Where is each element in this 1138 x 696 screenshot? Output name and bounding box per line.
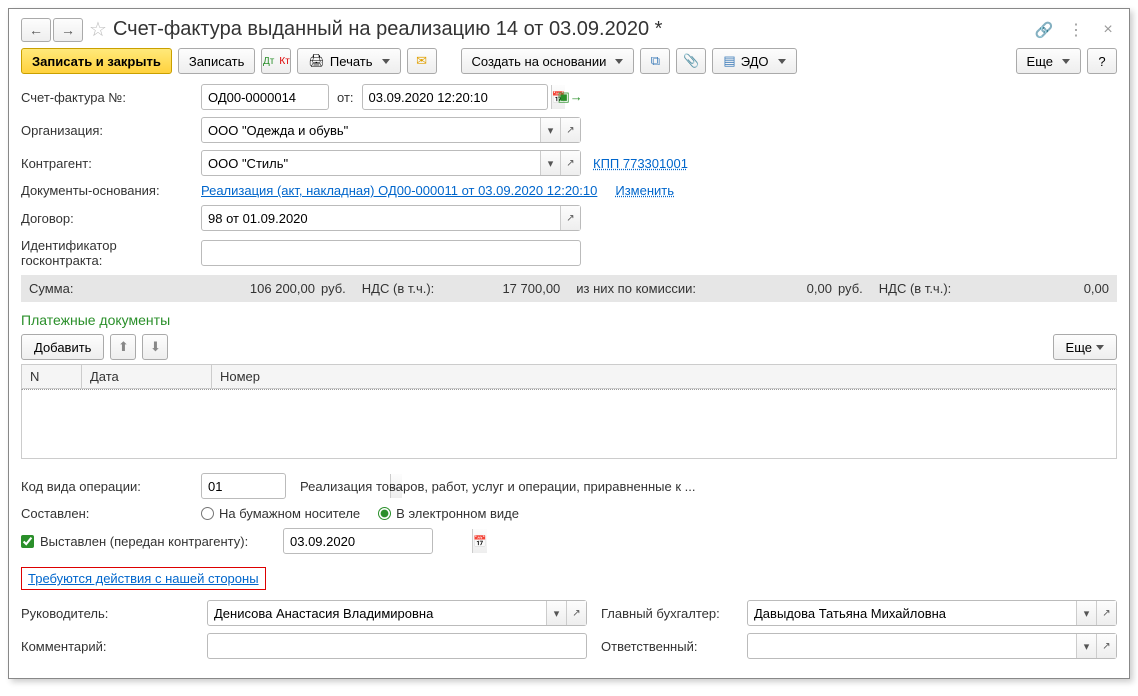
responsible-dropdown-button[interactable]: ▾ [1076,634,1096,658]
issued-label: Выставлен (передан контрагенту): [40,534,248,549]
kebab-menu-icon[interactable]: ⋮ [1067,21,1085,39]
attach-button[interactable]: 📎 [676,48,706,74]
payments-section-title: Платежные документы [21,312,1117,328]
opcode-label: Код вида операции: [21,479,201,494]
accountant-dropdown-button[interactable]: ▾ [1076,601,1096,625]
org-input[interactable] [202,118,540,142]
payments-grid-body[interactable] [21,389,1117,459]
dtkt-button[interactable]: ДтКт [261,48,291,74]
counterparty-input[interactable] [202,151,540,175]
basis-doc-link[interactable]: Реализация (акт, накладная) ОД00-000011 … [201,183,597,198]
accountant-open-button[interactable]: ↗ [1096,601,1116,625]
govid-input[interactable] [202,241,580,265]
electronic-radio-item[interactable]: В электронном виде [378,506,519,521]
org-dropdown-button[interactable]: ▾ [540,118,560,142]
paper-radio[interactable] [201,507,214,520]
org-label: Организация: [21,123,201,138]
col-n-header[interactable]: N [22,365,82,389]
vat2-label: НДС (в т.ч.): [879,281,952,296]
structure-icon: ⧉ [651,53,660,69]
commission-label: из них по комиссии: [576,281,696,296]
help-button[interactable]: ? [1087,48,1117,74]
move-down-button[interactable]: ⬇ [142,334,168,360]
change-link[interactable]: Изменить [615,183,674,198]
action-required-link[interactable]: Требуются действия с нашей стороны [28,571,259,586]
more-grid-button[interactable]: Еще [1053,334,1117,360]
issued-date-input[interactable] [284,529,472,553]
counterparty-label: Контрагент: [21,156,201,171]
director-open-button[interactable]: ↗ [566,601,586,625]
contract-label: Договор: [21,211,201,226]
electronic-radio-label: В электронном виде [396,506,519,521]
electronic-radio[interactable] [378,507,391,520]
summary-bar: Сумма: 106 200,00 руб. НДС (в т.ч.): 17 … [21,275,1117,302]
payments-grid: N Дата Номер [21,364,1117,389]
issued-checkbox[interactable] [21,535,34,548]
create-based-button[interactable]: Создать на основании [461,48,635,74]
col-date-header[interactable]: Дата [82,365,212,389]
counterparty-dropdown-button[interactable]: ▾ [540,151,560,175]
paper-radio-label: На бумажном носителе [219,506,360,521]
flag-icon[interactable]: ▣→ [558,89,583,105]
save-button[interactable]: Записать [178,48,256,74]
org-open-button[interactable]: ↗ [560,118,580,142]
structure-button[interactable]: ⧉ [640,48,670,74]
vat-label: НДС (в т.ч.): [362,281,435,296]
move-up-button[interactable]: ⬆ [110,334,136,360]
commission-value: 0,00 [702,281,832,296]
issued-checkbox-label[interactable]: Выставлен (передан контрагенту): [21,534,283,549]
from-label: от: [337,90,354,105]
print-button[interactable]: 🖨 Печать [297,48,400,74]
nav-back-button[interactable]: ← [21,18,51,42]
contract-open-button[interactable]: ↗ [560,206,580,230]
comment-label: Комментарий: [21,639,201,654]
datetime-input[interactable] [363,85,551,109]
edo-button[interactable]: ▤ ЭДО [712,48,796,74]
responsible-label: Ответственный: [601,639,741,654]
printer-icon: 🖨 [308,53,325,69]
rub-label-2: руб. [838,281,863,296]
rub-label: руб. [321,281,346,296]
save-close-button[interactable]: Записать и закрыть [21,48,172,74]
govid-label: Идентификатор госконтракта: [21,238,201,268]
sum-label: Сумма: [29,281,109,296]
composed-label: Составлен: [21,506,201,521]
arrow-down-icon: ⬇ [150,339,161,355]
clip-icon: 📎 [683,53,699,69]
mail-button[interactable]: ✉ [407,48,437,74]
vat2-value: 0,00 [957,281,1109,296]
director-input[interactable] [208,601,546,625]
page-title: Счет-фактура выданный на реализацию 14 о… [113,18,1035,41]
more-button[interactable]: Еще [1016,48,1081,74]
dtkt-icon: Дт [263,56,274,67]
basis-label: Документы-основания: [21,183,201,198]
contract-input[interactable] [202,206,560,230]
director-label: Руководитель: [21,606,201,621]
sum-value: 106 200,00 [115,281,315,296]
responsible-input[interactable] [748,634,1076,658]
add-button[interactable]: Добавить [21,334,104,360]
invoice-no-label: Счет-фактура №: [21,90,201,105]
favorite-star-icon[interactable]: ☆ [89,17,107,42]
director-dropdown-button[interactable]: ▾ [546,601,566,625]
vat-value: 17 700,00 [440,281,560,296]
calendar-icon-2: 📅 [473,535,487,548]
close-icon[interactable]: × [1099,21,1117,39]
paper-radio-item[interactable]: На бумажном носителе [201,506,360,521]
comment-input[interactable] [208,634,586,658]
edo-icon: ▤ [723,53,735,69]
accountant-label: Главный бухгалтер: [601,606,741,621]
action-required-box: Требуются действия с нашей стороны [21,567,266,590]
opcode-desc: Реализация товаров, работ, услуг и опера… [300,479,695,494]
nav-forward-button[interactable]: → [53,18,83,42]
kpp-link[interactable]: КПП 773301001 [593,156,688,171]
issued-calendar-button[interactable]: 📅 [472,529,487,553]
accountant-input[interactable] [748,601,1076,625]
col-number-header[interactable]: Номер [212,365,1117,389]
link-icon[interactable]: 🔗 [1035,21,1053,39]
mail-icon: ✉ [416,53,427,69]
responsible-open-button[interactable]: ↗ [1096,634,1116,658]
counterparty-open-button[interactable]: ↗ [560,151,580,175]
arrow-up-icon: ⬆ [118,339,129,355]
